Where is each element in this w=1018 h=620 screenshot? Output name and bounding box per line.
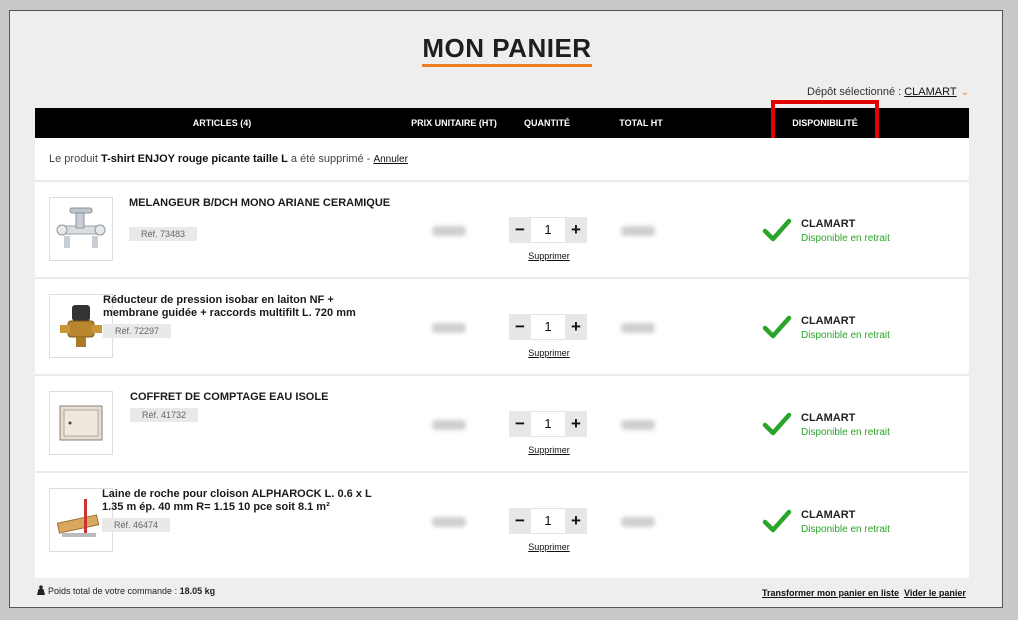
page-title: MON PANIER bbox=[10, 33, 1004, 67]
cart-row: MELANGEUR B/DCH MONO ARIANE CERAMIQUE Ré… bbox=[35, 182, 969, 277]
unit-price-blurred bbox=[432, 420, 466, 430]
cart-row: Laine de roche pour cloison ALPHAROCK L.… bbox=[35, 473, 969, 568]
removal-notice: Le produit T-shirt ENJOY rouge picante t… bbox=[49, 153, 408, 165]
delete-link[interactable]: Supprimer bbox=[509, 542, 589, 552]
depot-label: Dépôt sélectionné : bbox=[807, 86, 902, 98]
delete-link[interactable]: Supprimer bbox=[509, 445, 589, 455]
plus-icon[interactable]: + bbox=[565, 508, 587, 534]
store-name: CLAMART bbox=[801, 315, 856, 327]
delete-link[interactable]: Supprimer bbox=[509, 251, 589, 261]
quantity-stepper: − 1 + bbox=[509, 508, 589, 534]
store-name: CLAMART bbox=[801, 218, 856, 230]
quantity-stepper: − 1 + bbox=[509, 217, 589, 243]
total-blurred bbox=[621, 226, 655, 236]
store-name: CLAMART bbox=[801, 509, 856, 521]
availability-status: Disponible en retrait bbox=[801, 233, 890, 244]
undo-link[interactable]: Annuler bbox=[373, 154, 407, 165]
product-ref: Réf. 41732 bbox=[130, 408, 199, 422]
minus-icon[interactable]: − bbox=[509, 217, 531, 243]
cart-row: Réducteur de pression isobar en laiton N… bbox=[35, 279, 969, 374]
plus-icon[interactable]: + bbox=[565, 314, 587, 340]
product-ref: Réf. 46474 bbox=[102, 518, 171, 532]
cart-panel: Le produit T-shirt ENJOY rouge picante t… bbox=[35, 138, 969, 578]
product-ref: Réf. 73483 bbox=[129, 227, 198, 241]
header-prix: PRIX UNITAIRE (HT) bbox=[411, 118, 497, 128]
unit-price-blurred bbox=[432, 226, 466, 236]
chevron-down-icon[interactable]: ⌄ bbox=[961, 87, 969, 98]
plus-icon[interactable]: + bbox=[565, 217, 587, 243]
delete-link[interactable]: Supprimer bbox=[509, 348, 589, 358]
quantity-input[interactable]: 1 bbox=[531, 314, 565, 340]
cart-page: MON PANIER Dépôt sélectionné : CLAMART ⌄ … bbox=[9, 10, 1003, 608]
total-blurred bbox=[621, 517, 655, 527]
product-image[interactable] bbox=[49, 391, 113, 455]
quantity-input[interactable]: 1 bbox=[531, 411, 565, 437]
minus-icon[interactable]: − bbox=[509, 411, 531, 437]
check-icon bbox=[762, 218, 792, 242]
check-icon bbox=[762, 412, 792, 436]
plus-icon[interactable]: + bbox=[565, 411, 587, 437]
transform-to-list-link[interactable]: Transformer mon panier en liste bbox=[762, 588, 899, 598]
weight-icon bbox=[37, 585, 45, 595]
product-name[interactable]: Laine de roche pour cloison ALPHAROCK L.… bbox=[102, 488, 382, 514]
minus-icon[interactable]: − bbox=[509, 508, 531, 534]
total-blurred bbox=[621, 420, 655, 430]
product-name[interactable]: COFFRET DE COMPTAGE EAU ISOLE bbox=[130, 391, 410, 404]
unit-price-blurred bbox=[432, 517, 466, 527]
check-icon bbox=[762, 315, 792, 339]
depot-selector[interactable]: Dépôt sélectionné : CLAMART ⌄ bbox=[807, 86, 969, 98]
minus-icon[interactable]: − bbox=[509, 314, 531, 340]
availability-status: Disponible en retrait bbox=[801, 427, 890, 438]
product-name[interactable]: MELANGEUR B/DCH MONO ARIANE CERAMIQUE bbox=[129, 197, 409, 210]
product-image[interactable] bbox=[49, 197, 113, 261]
depot-name-link[interactable]: CLAMART bbox=[904, 86, 956, 98]
cart-row: COFFRET DE COMPTAGE EAU ISOLE Réf. 41732… bbox=[35, 376, 969, 471]
header-total: TOTAL HT bbox=[619, 118, 663, 128]
header-quantite: QUANTITÉ bbox=[524, 118, 570, 128]
quantity-stepper: − 1 + bbox=[509, 314, 589, 340]
total-weight: Poids total de votre commande : 18.05 kg bbox=[36, 585, 215, 596]
availability-status: Disponible en retrait bbox=[801, 330, 890, 341]
quantity-input[interactable]: 1 bbox=[531, 217, 565, 243]
availability-status: Disponible en retrait bbox=[801, 524, 890, 535]
product-ref: Réf. 72297 bbox=[103, 324, 172, 338]
product-name[interactable]: Réducteur de pression isobar en laiton N… bbox=[103, 294, 383, 320]
check-icon bbox=[762, 509, 792, 533]
empty-cart-link[interactable]: Vider le panier bbox=[904, 588, 966, 598]
quantity-input[interactable]: 1 bbox=[531, 508, 565, 534]
header-articles: ARTICLES (4) bbox=[192, 118, 252, 128]
total-blurred bbox=[621, 323, 655, 333]
quantity-stepper: − 1 + bbox=[509, 411, 589, 437]
store-name: CLAMART bbox=[801, 412, 856, 424]
unit-price-blurred bbox=[432, 323, 466, 333]
